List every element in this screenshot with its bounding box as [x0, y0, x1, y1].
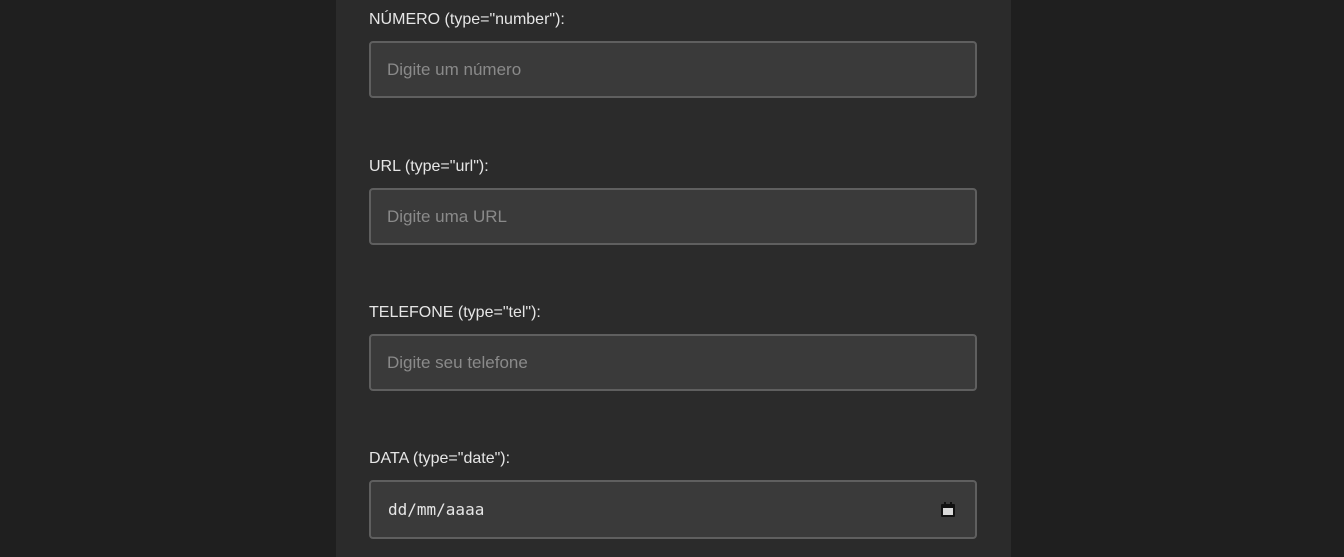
number-field-group: NÚMERO (type="number"): — [369, 10, 977, 98]
form-panel: NÚMERO (type="number"): URL (type="url")… — [336, 0, 1011, 557]
number-input[interactable] — [369, 41, 977, 98]
tel-field-label: TELEFONE (type="tel"): — [369, 304, 541, 321]
date-field-label: DATA (type="date"): — [369, 450, 511, 467]
date-field-group: DATA (type="date"): dd/mm/aaaa — [369, 449, 977, 539]
date-input[interactable]: dd/mm/aaaa — [369, 480, 977, 539]
url-input[interactable] — [369, 188, 977, 245]
tel-input[interactable] — [369, 334, 977, 391]
number-field-label: NÚMERO (type="number"): — [369, 11, 565, 28]
calendar-icon[interactable] — [941, 502, 955, 517]
url-field-label: URL (type="url"): — [369, 158, 489, 175]
url-field-group: URL (type="url"): — [369, 157, 977, 245]
date-input-format: dd/mm/aaaa — [388, 500, 485, 519]
tel-field-group: TELEFONE (type="tel"): — [369, 303, 977, 391]
